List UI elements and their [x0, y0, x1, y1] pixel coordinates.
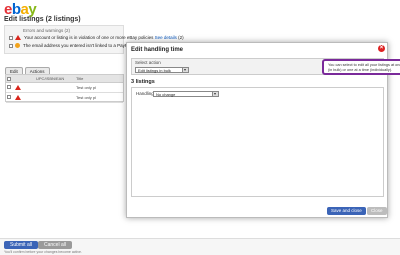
row-checkbox[interactable]: [7, 85, 11, 89]
close-button[interactable]: Close: [367, 207, 387, 215]
column-header-upc[interactable]: UPC/ISBN/EAN: [36, 76, 64, 81]
alerts-panel: Errors and warnings (2) Your account or …: [4, 25, 184, 54]
ebay-logo[interactable]: ebay: [4, 1, 37, 18]
listings-heading: 3 listings: [131, 79, 155, 85]
see-details-link[interactable]: See details: [155, 35, 177, 40]
alert-checkbox[interactable]: [9, 43, 13, 48]
select-action-dropdown[interactable]: Edit listings in bulk: [135, 67, 189, 73]
save-and-close-button[interactable]: Save and close: [327, 207, 366, 215]
select-action-label: Select action: [135, 60, 161, 65]
tooltip-text: You can select to edit all your listings…: [328, 63, 400, 72]
table-row[interactable]: Test only pl: [6, 83, 123, 93]
row-checkbox[interactable]: [7, 95, 11, 99]
listings-grid: UPC/ISBN/EAN Title Test only pl Test onl…: [5, 74, 124, 103]
warning-icon: [15, 95, 21, 100]
row-title: Test only pl: [76, 95, 97, 100]
help-tooltip: You can select to edit all your listings…: [322, 59, 400, 75]
page-title: Edit listings (2 listings): [4, 16, 81, 23]
alert-checkbox[interactable]: [9, 35, 13, 40]
grid-header: UPC/ISBN/EAN Title: [6, 75, 123, 83]
warning-icon: [15, 85, 21, 90]
edit-handling-time-dialog: Edit handling time × Select action Edit …: [126, 42, 400, 218]
close-icon[interactable]: ×: [378, 45, 385, 52]
chevron-down-icon: [182, 68, 188, 72]
handling-time-dropdown[interactable]: No change: [153, 91, 219, 97]
warning-icon: [15, 35, 21, 41]
chevron-down-icon: [212, 92, 218, 96]
bottom-action-bar: Submit all Cancel all You'll confirm bef…: [0, 238, 400, 255]
row-title: Test only pl: [76, 85, 97, 90]
handling-time-panel: Handling time No change: [131, 87, 384, 197]
select-all-checkbox[interactable]: [7, 76, 11, 81]
column-header-title[interactable]: Title: [76, 76, 83, 81]
alerts-header[interactable]: Errors and warnings (2): [5, 26, 123, 34]
dialog-title: Edit handling time: [131, 47, 183, 53]
table-row[interactable]: Test only pl: [6, 93, 123, 103]
alert-row-paypal: The email address you entered isn't link…: [5, 42, 137, 50]
submit-all-button[interactable]: Submit all: [4, 241, 38, 249]
cancel-all-button[interactable]: Cancel all: [38, 241, 72, 249]
confirm-footnote: You'll confirm before your changes becom…: [4, 250, 82, 254]
info-icon: [15, 43, 20, 49]
alert-row-policy: Your account or listing is in violation …: [5, 34, 184, 42]
